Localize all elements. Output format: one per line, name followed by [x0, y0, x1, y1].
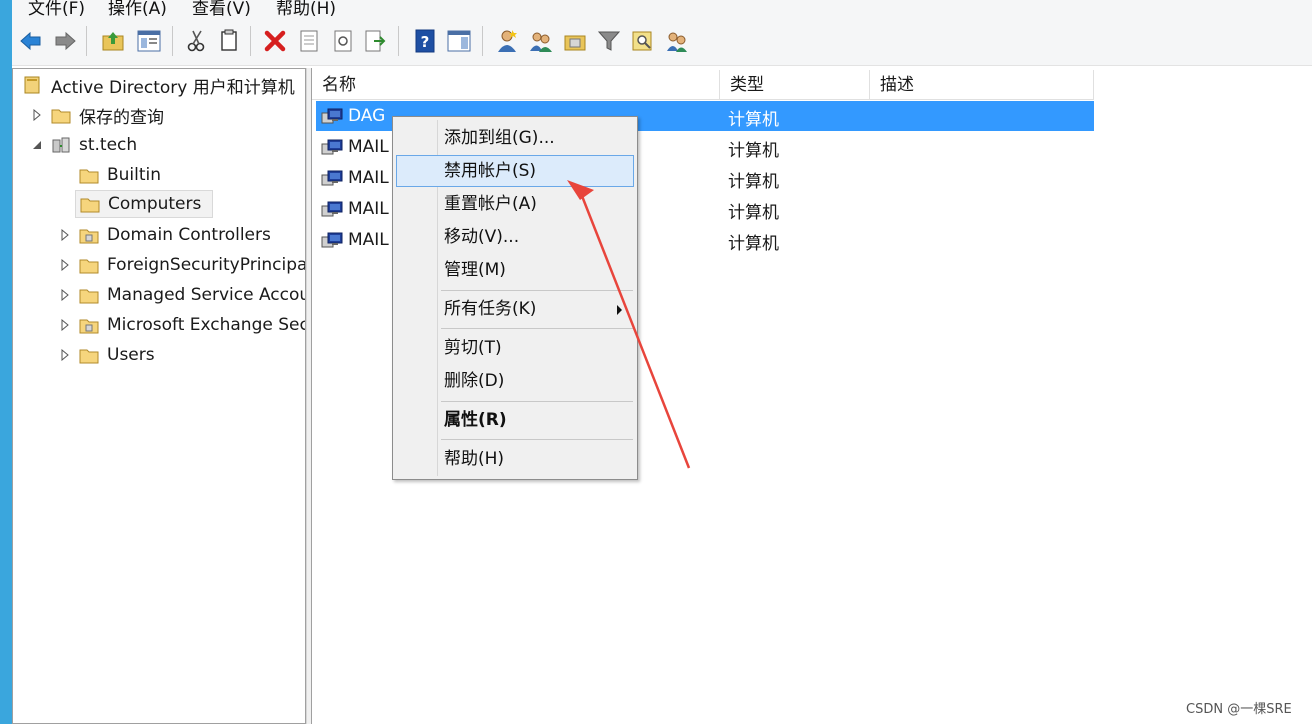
menu-file[interactable]: 文件(F): [28, 0, 85, 18]
menu-item-add-to-group[interactable]: 添加到组(G)...: [396, 122, 634, 154]
folder-icon: [80, 198, 100, 213]
menu-item-all-tasks[interactable]: 所有任务(K): [396, 293, 634, 325]
tree-computers[interactable]: Computers: [75, 190, 213, 218]
tree-saved-queries[interactable]: 保存的查询: [33, 101, 164, 129]
properties-icon[interactable]: [296, 28, 322, 54]
column-header-description[interactable]: 描述: [870, 70, 1094, 100]
find-icon[interactable]: [630, 28, 656, 54]
forward-arrow-icon[interactable]: [52, 28, 78, 54]
collapse-arrow-icon[interactable]: [31, 139, 43, 151]
expand-arrow-icon[interactable]: [59, 289, 71, 301]
tree-item-label: Managed Service Accounts: [107, 285, 305, 305]
row-name: MAIL: [348, 168, 389, 188]
tree-item-label: Microsoft Exchange Security Groups: [107, 315, 305, 335]
svg-text:?: ?: [421, 33, 430, 51]
export-list-icon[interactable]: [362, 28, 388, 54]
domain-icon: [52, 137, 70, 153]
menu-item-move[interactable]: 移动(V)...: [396, 221, 634, 253]
menu-view[interactable]: 查看(V): [192, 0, 251, 18]
folder-icon: [79, 289, 99, 304]
column-header-type[interactable]: 类型: [720, 70, 870, 100]
tree-item-label: Builtin: [107, 165, 162, 185]
context-menu: 添加到组(G)... 禁用帐户(S) 重置帐户(A) 移动(V)... 管理(M…: [392, 116, 638, 480]
computer-icon: [321, 170, 343, 186]
tree-item-label: Domain Controllers: [107, 225, 271, 245]
new-group-icon[interactable]: [528, 28, 554, 54]
ad-root-icon: [24, 76, 40, 94]
submenu-arrow-icon: [617, 305, 622, 315]
tree-saved-queries-label: 保存的查询: [79, 107, 164, 128]
tree-managed-service[interactable]: Managed Service Accounts: [61, 281, 305, 309]
add-to-group-icon[interactable]: [664, 28, 690, 54]
folder-icon: [79, 169, 99, 184]
menu-item-all-tasks-label: 所有任务(K): [444, 299, 537, 319]
tree-domain[interactable]: st.tech: [33, 131, 138, 159]
ou-folder-icon: [79, 319, 99, 334]
toolbar: ?: [12, 18, 1312, 66]
tree-exchange-groups[interactable]: Microsoft Exchange Security Groups: [61, 311, 305, 339]
tree-item-label: ForeignSecurityPrincipals: [107, 255, 306, 275]
window-left-border: [0, 0, 12, 724]
folder-icon: [79, 349, 99, 364]
row-name: MAIL: [348, 199, 389, 219]
tree-item-label: Users: [107, 345, 155, 365]
menu-action[interactable]: 操作(A): [108, 0, 167, 18]
column-header-name[interactable]: 名称: [312, 70, 720, 100]
console-tree: Active Directory 用户和计算机 保存的查询 st.tech Bu…: [12, 68, 306, 724]
refresh-icon[interactable]: [330, 28, 356, 54]
row-type: 计算机: [728, 203, 779, 223]
expand-arrow-icon[interactable]: [59, 259, 71, 271]
menu-item-cut[interactable]: 剪切(T): [396, 332, 634, 364]
row-type: 计算机: [728, 141, 779, 161]
menu-item-help[interactable]: 帮助(H): [396, 443, 634, 475]
tree-root[interactable]: Active Directory 用户和计算机: [23, 71, 295, 99]
copy-icon[interactable]: [216, 28, 242, 54]
menu-item-reset-account[interactable]: 重置帐户(A): [396, 188, 634, 220]
tree-domain-label: st.tech: [79, 135, 138, 155]
filter-icon[interactable]: [596, 28, 622, 54]
row-type: 计算机: [728, 110, 779, 130]
expand-arrow-icon[interactable]: [59, 349, 71, 361]
action-pane-icon[interactable]: [446, 28, 472, 54]
tree-item-label: Computers: [108, 194, 202, 214]
tree-root-label: Active Directory 用户和计算机: [51, 77, 295, 98]
delete-icon[interactable]: [262, 28, 288, 54]
menu-item-manage[interactable]: 管理(M): [396, 254, 634, 286]
menu-item-disable-account[interactable]: 禁用帐户(S): [396, 155, 634, 187]
ou-folder-icon: [79, 229, 99, 244]
computer-icon: [321, 108, 343, 124]
tree-users[interactable]: Users: [61, 341, 155, 369]
tree-domain-controllers[interactable]: Domain Controllers: [61, 221, 271, 249]
expand-arrow-icon[interactable]: [59, 229, 71, 241]
help-icon[interactable]: ?: [412, 28, 438, 54]
watermark: CSDN @一棵SRE: [1186, 702, 1292, 717]
new-user-icon[interactable]: [494, 28, 520, 54]
row-type: 计算机: [728, 234, 779, 254]
folder-icon: [79, 259, 99, 274]
row-name: MAIL: [348, 230, 389, 250]
cut-icon[interactable]: [184, 28, 210, 54]
show-console-tree-icon[interactable]: [136, 28, 162, 54]
folder-icon: [51, 109, 71, 124]
tree-builtin[interactable]: Builtin: [79, 161, 161, 189]
row-name: MAIL: [348, 137, 389, 157]
expand-arrow-icon[interactable]: [59, 319, 71, 331]
computer-icon: [321, 201, 343, 217]
up-folder-icon[interactable]: [100, 28, 126, 54]
new-ou-icon[interactable]: [562, 28, 588, 54]
expand-arrow-icon[interactable]: [31, 109, 43, 121]
menu-bar: 文件(F) 操作(A) 查看(V) 帮助(H): [12, 0, 1312, 18]
back-arrow-icon[interactable]: [18, 28, 44, 54]
menu-help[interactable]: 帮助(H): [276, 0, 336, 18]
tree-foreign-security[interactable]: ForeignSecurityPrincipals: [61, 251, 306, 279]
menu-item-delete[interactable]: 删除(D): [396, 365, 634, 397]
computer-icon: [321, 139, 343, 155]
computer-icon: [321, 232, 343, 248]
menu-item-properties[interactable]: 属性(R): [396, 404, 634, 436]
row-name: DAG: [348, 106, 386, 126]
row-type: 计算机: [728, 172, 779, 192]
